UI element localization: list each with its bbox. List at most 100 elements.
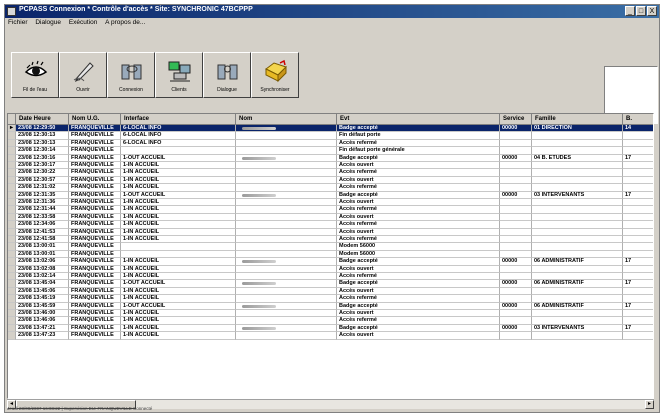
synchroniser-button[interactable]: Synchroniser xyxy=(251,52,299,98)
table-row[interactable]: 23/08 12:33:58 FRANQUEVILLE 1-IN ACCUEIL Ac… xyxy=(8,213,653,222)
table-row[interactable]: 23/08 12:30:57 FRANQUEVILLE 1-IN ACCUEIL Ac… xyxy=(8,176,653,185)
cell-nom xyxy=(236,154,337,162)
header-service[interactable]: Service xyxy=(500,114,532,125)
cell-service xyxy=(500,332,532,340)
cell-nom xyxy=(236,302,337,310)
table-row[interactable]: 23/08 12:30:14 FRANQUEVILLE Fin défaut por… xyxy=(8,147,653,155)
cell-iface: 6-LOCAL INFO xyxy=(121,125,236,133)
table-row[interactable]: 23/08 12:31:35 FRANQUEVILLE 1-OUT ACCUEIL B… xyxy=(8,191,653,199)
header-nom[interactable]: Nom xyxy=(236,114,337,125)
dialogue-button[interactable]: Dialogue xyxy=(203,52,251,98)
cell-famille: 03 INTERVENANTS xyxy=(532,324,623,333)
cell-iface: 1-IN ACCUEIL xyxy=(121,258,236,266)
event-grid[interactable]: Date Heure Nom U.G. Interface Nom Evt Se… xyxy=(7,113,654,399)
cell-ug: FRANQUEVILLE xyxy=(69,139,121,148)
menu-a-propos[interactable]: A propos de... xyxy=(102,18,148,27)
cell-ug: FRANQUEVILLE xyxy=(69,295,121,303)
row-indicator xyxy=(8,295,16,303)
redacted-name xyxy=(242,156,276,160)
table-row[interactable]: 23/08 12:30:16 FRANQUEVILLE 1-OUT ACCUEIL B… xyxy=(8,154,653,162)
table-row[interactable]: 23/08 13:46:06 FRANQUEVILLE 1-IN ACCUEIL Ac… xyxy=(8,317,653,325)
menu-execution[interactable]: Exécution xyxy=(66,18,101,27)
cell-famille xyxy=(532,273,623,281)
row-indicator xyxy=(8,265,16,273)
cell-nom xyxy=(236,132,337,140)
cell-famille xyxy=(532,250,623,259)
menu-bar: Fichier Dialogue Exécution A propos de..… xyxy=(5,18,659,29)
minimize-button[interactable]: _ xyxy=(625,6,635,16)
close-button[interactable]: X xyxy=(647,6,657,16)
cell-evt: Fin défaut porte xyxy=(337,132,500,140)
header-evt[interactable]: Evt xyxy=(337,114,500,125)
title-bar[interactable]: PCPASS Connexion * Contrôle d'accès * Si… xyxy=(5,5,659,18)
cell-famille xyxy=(532,317,623,325)
table-row[interactable]: 23/08 13:45:06 FRANQUEVILLE 1-IN ACCUEIL Ac… xyxy=(8,287,653,296)
cell-nom xyxy=(236,228,337,236)
table-row[interactable]: 23/08 13:45:59 FRANQUEVILLE 1-OUT ACCUEIL B… xyxy=(8,302,653,310)
cell-date: 23/08 13:00:01 xyxy=(16,250,69,259)
eye-icon xyxy=(24,60,48,77)
row-indicator xyxy=(8,132,16,140)
table-row[interactable]: 23/08 13:02:08 FRANQUEVILLE 1-IN ACCUEIL Ac… xyxy=(8,265,653,273)
cell-evt: Accès refermé xyxy=(337,184,500,192)
table-row[interactable]: 23/08 12:41:58 FRANQUEVILLE 1-IN ACCUEIL Ac… xyxy=(8,236,653,244)
cell-iface: 1-IN ACCUEIL xyxy=(121,317,236,325)
table-row[interactable]: 23/08 12:41:53 FRANQUEVILLE 1-IN ACCUEIL Ac… xyxy=(8,228,653,236)
table-row[interactable]: 23/08 13:47:23 FRANQUEVILLE 1-IN ACCUEIL Ac… xyxy=(8,332,653,340)
cell-evt: Accès refermé xyxy=(337,206,500,214)
table-row[interactable]: 23/08 13:45:04 FRANQUEVILLE 1-OUT ACCUEIL B… xyxy=(8,280,653,288)
header-date-heure[interactable]: Date Heure xyxy=(16,114,69,125)
cell-service xyxy=(500,221,532,229)
cell-date: 23/08 13:46:06 xyxy=(16,317,69,325)
row-indicator xyxy=(8,310,16,318)
table-row[interactable]: 23/08 13:47:21 FRANQUEVILLE 1-IN ACCUEIL Ba… xyxy=(8,324,653,333)
fil-de-leau-button[interactable]: Fil de l'eau xyxy=(11,52,59,98)
cell-service xyxy=(500,169,532,177)
cell-date: 23/08 12:30:57 xyxy=(16,176,69,185)
table-row[interactable]: 23/08 12:30:22 FRANQUEVILLE 1-IN ACCUEIL Ac… xyxy=(8,169,653,177)
table-row[interactable]: 23/08 12:31:44 FRANQUEVILLE 1-IN ACCUEIL Ac… xyxy=(8,206,653,214)
status-bar: Jeudi 23/08/2007 16:08:22 | Supervision … xyxy=(7,406,153,411)
table-row[interactable]: 23/08 12:30:17 FRANQUEVILLE 1-IN ACCUEIL Ac… xyxy=(8,162,653,170)
menu-fichier[interactable]: Fichier xyxy=(5,18,31,27)
cell-famille xyxy=(532,184,623,192)
table-row[interactable]: 23/08 12:31:02 FRANQUEVILLE 1-IN ACCUEIL Ac… xyxy=(8,184,653,192)
cell-date: 23/08 12:41:58 xyxy=(16,236,69,244)
table-row[interactable]: 23/08 12:30:13 FRANQUEVILLE 6-LOCAL INFO Fi… xyxy=(8,132,653,140)
table-row[interactable]: 23/08 12:34:06 FRANQUEVILLE 1-IN ACCUEIL Ac… xyxy=(8,221,653,229)
cell-iface xyxy=(121,243,236,251)
table-row[interactable]: 23/08 13:00:01 FRANQUEVILLE Modem 56000 xyxy=(8,250,653,259)
cell-evt: Badge accepté xyxy=(337,258,500,266)
redacted-name xyxy=(242,193,276,197)
header-famille[interactable]: Famille xyxy=(532,114,623,125)
cell-b: 17 xyxy=(623,155,653,162)
cell-nom xyxy=(236,206,337,214)
table-row[interactable]: 23/08 13:00:01 FRANQUEVILLE Modem 56000 xyxy=(8,243,653,251)
header-interface[interactable]: Interface xyxy=(121,114,236,125)
menu-dialogue[interactable]: Dialogue xyxy=(32,18,64,27)
header-nom-ug[interactable]: Nom U.G. xyxy=(69,114,121,125)
cell-nom xyxy=(236,317,337,325)
row-indicator xyxy=(8,176,16,185)
table-row[interactable]: 23/08 12:30:13 FRANQUEVILLE 6-LOCAL INFO Ac… xyxy=(8,139,653,148)
cell-date: 23/08 13:45:06 xyxy=(16,287,69,296)
table-row[interactable]: 23/08 13:02:06 FRANQUEVILLE 1-IN ACCUEIL Ba… xyxy=(8,258,653,266)
table-row[interactable]: 23/08 13:02:14 FRANQUEVILLE 1-IN ACCUEIL Ac… xyxy=(8,273,653,281)
header-b[interactable]: B. xyxy=(623,114,653,125)
clients-button[interactable]: Clients xyxy=(155,52,203,98)
cell-date: 23/08 12:31:36 xyxy=(16,199,69,207)
table-row[interactable]: 23/08 12:31:36 FRANQUEVILLE 1-IN ACCUEIL Ac… xyxy=(8,199,653,207)
table-row[interactable]: 23/08 13:45:19 FRANQUEVILLE 1-IN ACCUEIL Ac… xyxy=(8,295,653,303)
table-row[interactable]: ▸ 23/08 12:29:50 FRANQUEVILLE 6-LOCAL INFO B… xyxy=(8,125,653,133)
table-row[interactable]: 23/08 13:46:00 FRANQUEVILLE 1-IN ACCUEIL Ac… xyxy=(8,310,653,318)
cell-evt: Accès refermé xyxy=(337,169,500,177)
cell-famille xyxy=(532,213,623,222)
clients-label: Clients xyxy=(171,87,187,93)
ouvrir-button[interactable]: Ouvrir xyxy=(59,52,107,98)
cell-famille xyxy=(532,243,623,251)
cell-famille xyxy=(532,132,623,140)
cell-date: 23/08 12:31:02 xyxy=(16,184,69,192)
maximize-button[interactable]: □ xyxy=(636,6,646,16)
row-indicator xyxy=(8,169,16,177)
connexion-button[interactable]: Connexion xyxy=(107,52,155,98)
